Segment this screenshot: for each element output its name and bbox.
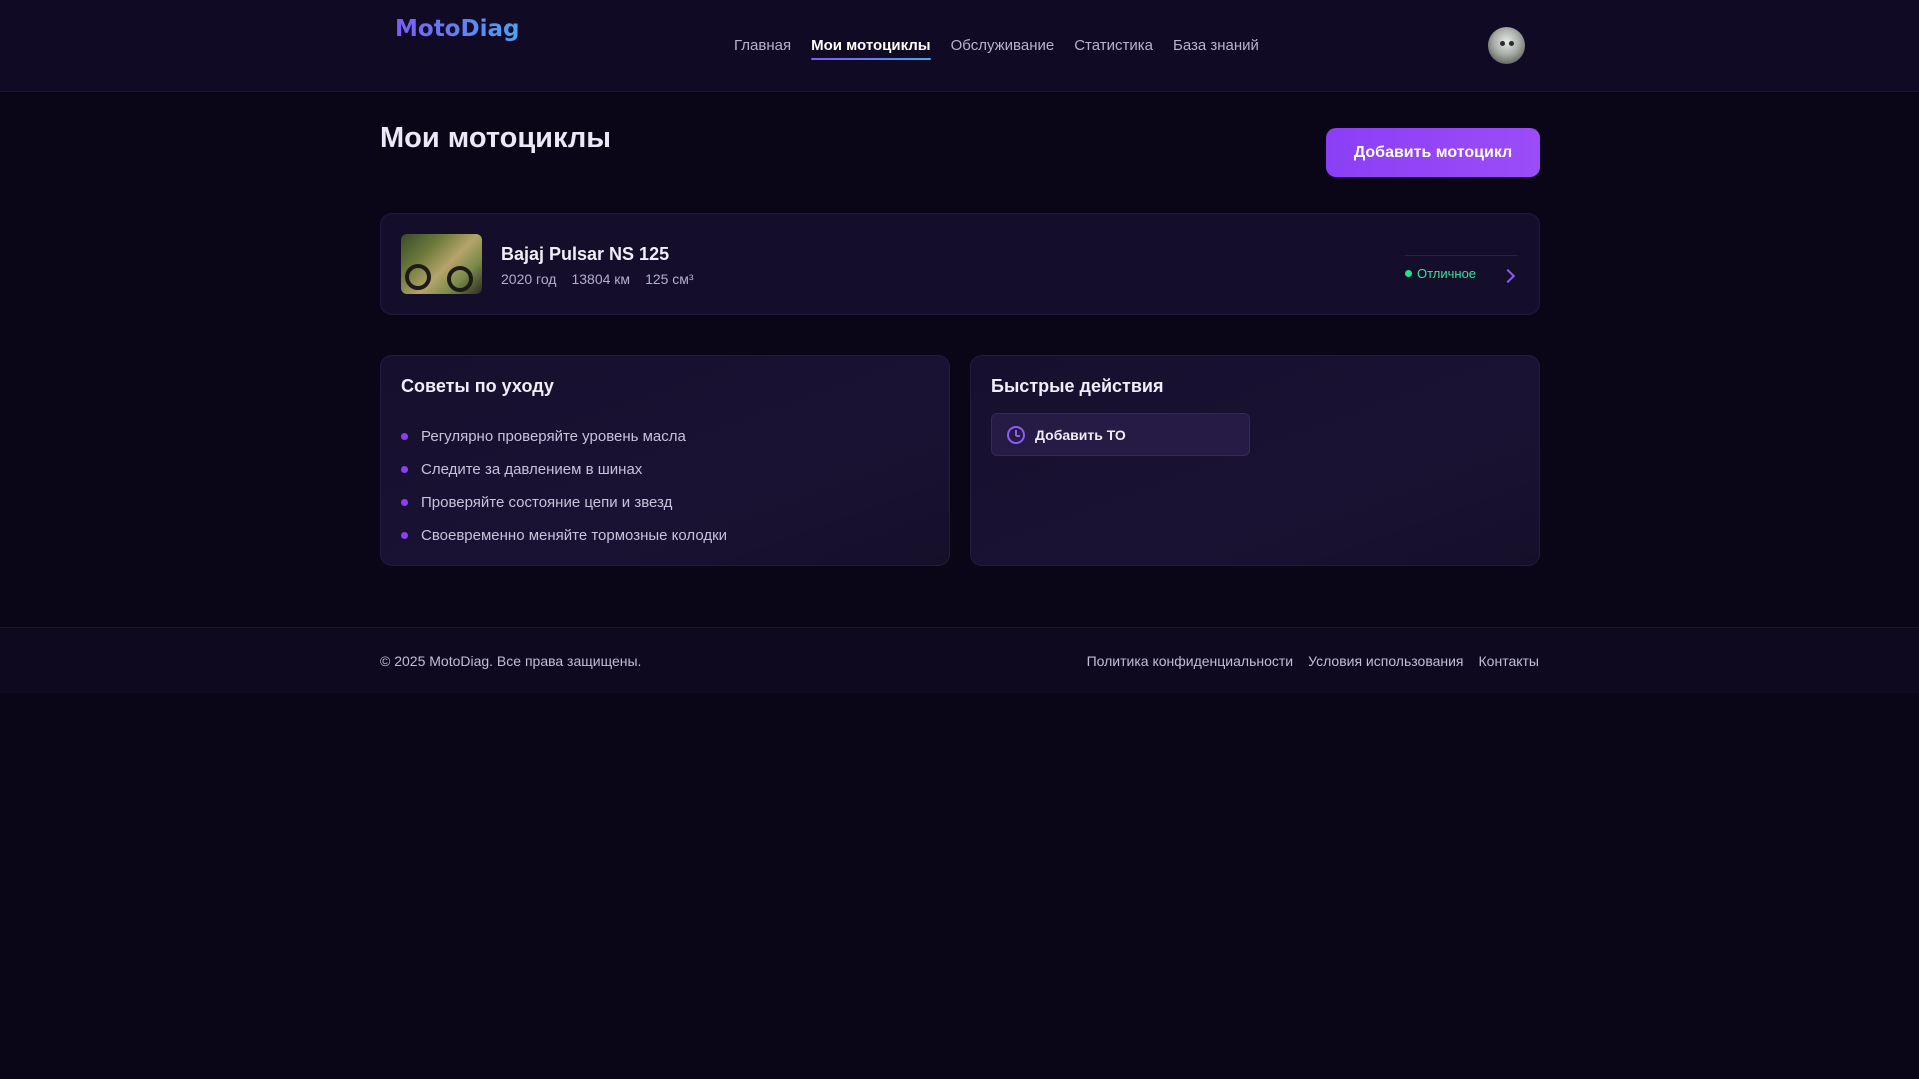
motorcycle-specs: 2020 год 13804 км 125 см³ [501, 271, 694, 287]
main-nav: Главная Мои мотоциклы Обслуживание Стати… [734, 37, 1279, 60]
page-footer: © 2025 MotoDiag. Все права защищены. Пол… [0, 627, 1919, 693]
motorcycle-year: 2020 год [501, 271, 557, 287]
care-tips-title: Советы по уходу [401, 376, 554, 396]
tip-text: Следите за давлением в шинах [421, 461, 643, 478]
add-maintenance-button[interactable]: Добавить ТО [991, 413, 1250, 456]
nav-item-home[interactable]: Главная [734, 37, 791, 54]
copyright: © 2025 MotoDiag. Все права защищены. [380, 653, 642, 669]
list-item: Регулярно проверяйте уровень масла [401, 420, 727, 453]
logo[interactable]: MotoDiag [395, 16, 519, 42]
motorcycle-card[interactable]: Bajaj Pulsar NS 125 2020 год 13804 км 12… [380, 213, 1540, 315]
tip-text: Проверяйте состояние цепи и звезд [421, 494, 673, 511]
nav-item-knowledge-base[interactable]: База знаний [1173, 37, 1259, 54]
footer-links: Политика конфиденциальности Условия испо… [1087, 653, 1539, 669]
avatar-eye [1500, 41, 1505, 46]
clock-icon [1007, 425, 1025, 444]
avatar-eye [1509, 41, 1514, 46]
bullet-icon [401, 499, 408, 506]
wheel-shape [405, 264, 431, 290]
quick-actions-title: Быстрые действия [991, 376, 1164, 396]
nav-item-my-motorcycles[interactable]: Мои мотоциклы [811, 37, 931, 60]
bullet-icon [401, 532, 408, 539]
care-tips-list: Регулярно проверяйте уровень масла Следи… [401, 420, 727, 552]
quick-actions-panel: Быстрые действия Добавить ТО [970, 355, 1540, 566]
status-dot-icon [1405, 270, 1412, 277]
page-title: Мои мотоциклы [380, 122, 612, 154]
nav-item-maintenance[interactable]: Обслуживание [951, 37, 1055, 54]
nav-item-statistics[interactable]: Статистика [1074, 37, 1153, 54]
tip-text: Регулярно проверяйте уровень масла [421, 428, 686, 445]
tip-text: Своевременно меняйте тормозные колодки [421, 527, 728, 544]
add-maintenance-label: Добавить ТО [1035, 426, 1126, 443]
status-badge: Отличное [1405, 255, 1517, 281]
care-tips-panel: Советы по уходу Регулярно проверяйте уро… [380, 355, 950, 566]
list-item: Следите за давлением в шинах [401, 453, 727, 486]
add-motorcycle-button[interactable]: Добавить мотоцикл [1326, 128, 1540, 177]
bullet-icon [401, 433, 408, 440]
contacts-link[interactable]: Контакты [1479, 653, 1539, 669]
motorcycle-name: Bajaj Pulsar NS 125 [501, 244, 670, 264]
wheel-shape [447, 266, 473, 292]
terms-of-use-link[interactable]: Условия использования [1308, 653, 1463, 669]
motorcycle-engine: 125 см³ [645, 271, 694, 287]
status-text: Отличное [1417, 266, 1477, 281]
user-avatar[interactable] [1488, 27, 1525, 64]
motorcycle-mileage: 13804 км [571, 271, 631, 287]
bullet-icon [401, 466, 408, 473]
motorcycle-photo [401, 234, 482, 294]
list-item: Проверяйте состояние цепи и звезд [401, 486, 727, 519]
list-item: Своевременно меняйте тормозные колодки [401, 519, 727, 552]
top-header: MotoDiag Главная Мои мотоциклы Обслужива… [0, 0, 1919, 92]
privacy-policy-link[interactable]: Политика конфиденциальности [1087, 653, 1294, 669]
